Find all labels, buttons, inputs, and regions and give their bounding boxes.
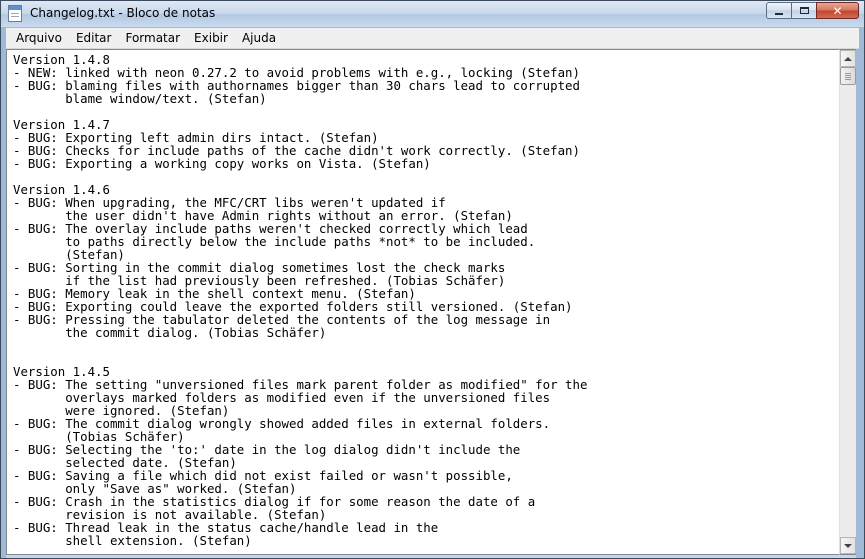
menu-bar: Arquivo Editar Formatar Exibir Ajuda (6, 28, 859, 49)
notepad-icon[interactable] (8, 5, 22, 22)
document-text[interactable]: Version 1.4.8 - NEW: linked with neon 0.… (7, 53, 839, 547)
maximize-button[interactable] (791, 2, 816, 19)
scroll-thumb[interactable] (840, 67, 856, 85)
maximize-icon (799, 7, 809, 14)
text-line: the commit dialog. (Tobias Schäfer) (13, 325, 327, 340)
text-line: shell extension. (Stefan) (13, 533, 252, 548)
menu-arquivo[interactable]: Arquivo (6, 31, 67, 45)
vertical-scrollbar[interactable] (839, 49, 856, 555)
notepad-window: Changelog.txt - Bloco de notas ✕ Arquivo… (0, 0, 865, 559)
chevron-up-icon (844, 56, 852, 61)
menu-exibir[interactable]: Exibir (185, 31, 233, 45)
menu-editar[interactable]: Editar (67, 31, 117, 45)
text-editor[interactable]: Version 1.4.8 - NEW: linked with neon 0.… (6, 49, 839, 555)
text-line: - BUG: Exporting a working copy works on… (13, 156, 431, 171)
menu-formatar[interactable]: Formatar (116, 31, 185, 45)
minimize-icon (775, 12, 783, 15)
window-bottom-border (6, 555, 856, 558)
close-icon: ✕ (832, 3, 843, 18)
close-button[interactable]: ✕ (816, 2, 859, 19)
caption-buttons: ✕ (766, 2, 859, 19)
scroll-up-button[interactable] (840, 50, 856, 67)
menu-ajuda[interactable]: Ajuda (233, 31, 281, 45)
window-title: Changelog.txt - Bloco de notas (30, 6, 216, 20)
scroll-down-button[interactable] (840, 537, 856, 554)
title-bar[interactable]: Changelog.txt - Bloco de notas ✕ (1, 1, 864, 27)
minimize-button[interactable] (766, 2, 791, 19)
chevron-down-icon (844, 543, 852, 548)
text-line: blame window/text. (Stefan) (13, 91, 267, 106)
